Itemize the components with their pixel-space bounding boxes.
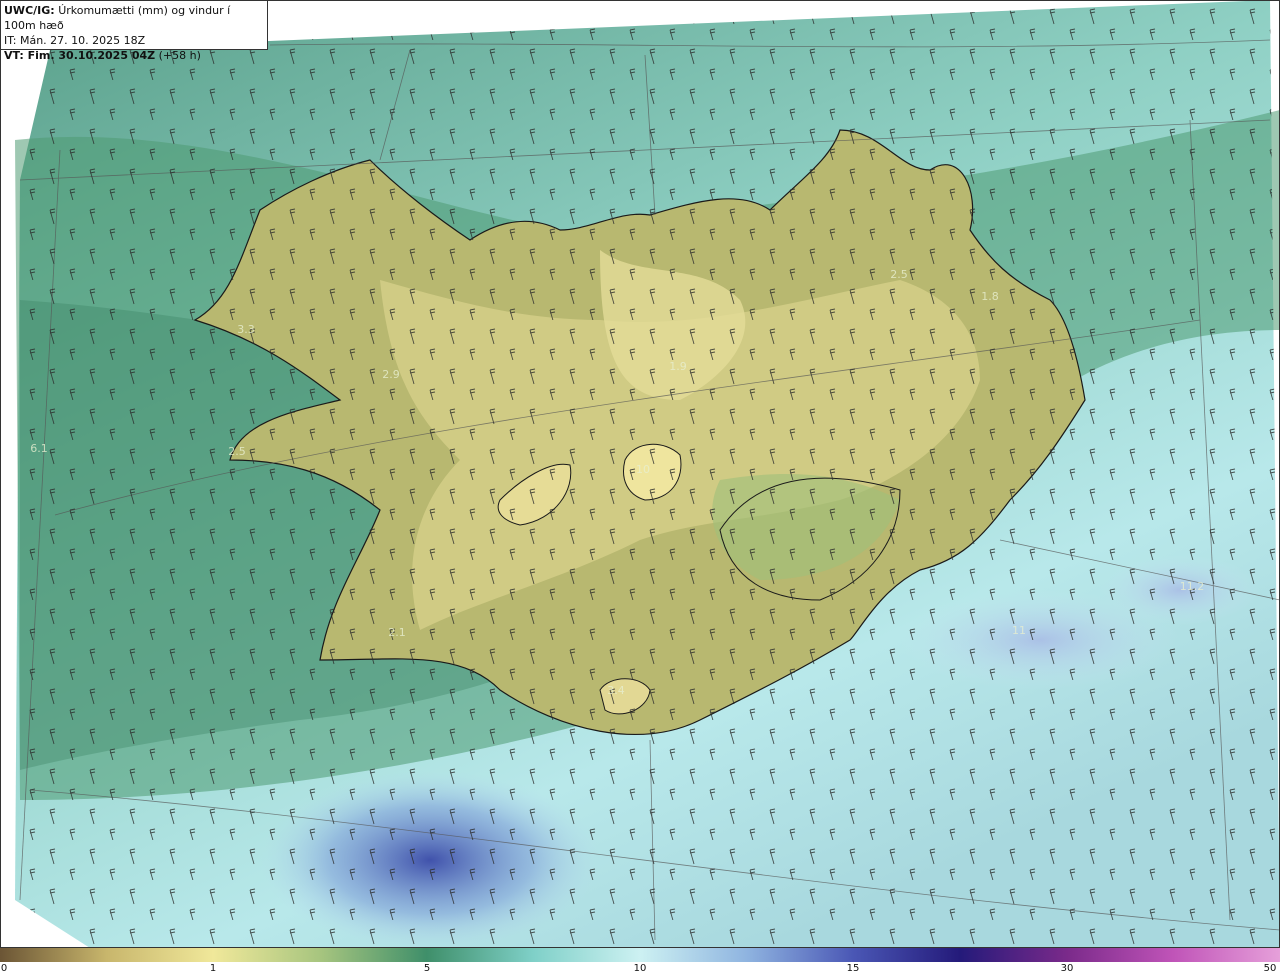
map-value-label: 11	[1012, 624, 1026, 637]
colorbar-tick-15: 15	[846, 963, 860, 974]
colorbar: 0 1 5 10 15 30 50	[0, 948, 1280, 978]
map-value-label: 1.9	[669, 360, 687, 373]
colorbar-tick-0: 0	[0, 963, 8, 974]
map-value-label: 6.1	[30, 442, 48, 455]
colorbar-tick-5: 5	[423, 963, 431, 974]
model-name: UWC/IG:	[4, 4, 55, 17]
colorbar-tick-10: 10	[633, 963, 647, 974]
map-value-label: 3.3	[237, 323, 255, 336]
colorbar-tick-30: 30	[1060, 963, 1074, 974]
lead-time: (+58 h)	[158, 49, 201, 62]
map-value-label: 1.8	[981, 290, 999, 303]
colorbar-gradient	[0, 948, 1280, 962]
precipitation-map: 3.3 2.9 6.1 2.5 2.5 1.8 10 3.4 2.1 1.9 11 11.2	[0, 0, 1280, 948]
map-value-label: 2.5	[890, 268, 908, 281]
map-value-label: 10	[636, 463, 650, 476]
map-header: UWC/IG: Úrkomumætti (mm) og vindur í 100…	[0, 0, 268, 62]
valid-time: VT: Fim. 30.10.2025 04Z	[4, 49, 156, 62]
initial-time: IT: Mán. 27. 10. 2025 18Z	[4, 34, 146, 47]
colorbar-tick-1: 1	[209, 963, 217, 974]
map-value-label: 2.9	[382, 368, 400, 381]
map-value-label: 11.2	[1180, 580, 1205, 593]
colorbar-tick-50: 50	[1263, 963, 1277, 974]
map-value-label: 3.4	[607, 684, 625, 697]
map-value-label: 2.1	[388, 626, 406, 639]
map-value-label: 2.5	[228, 445, 246, 458]
